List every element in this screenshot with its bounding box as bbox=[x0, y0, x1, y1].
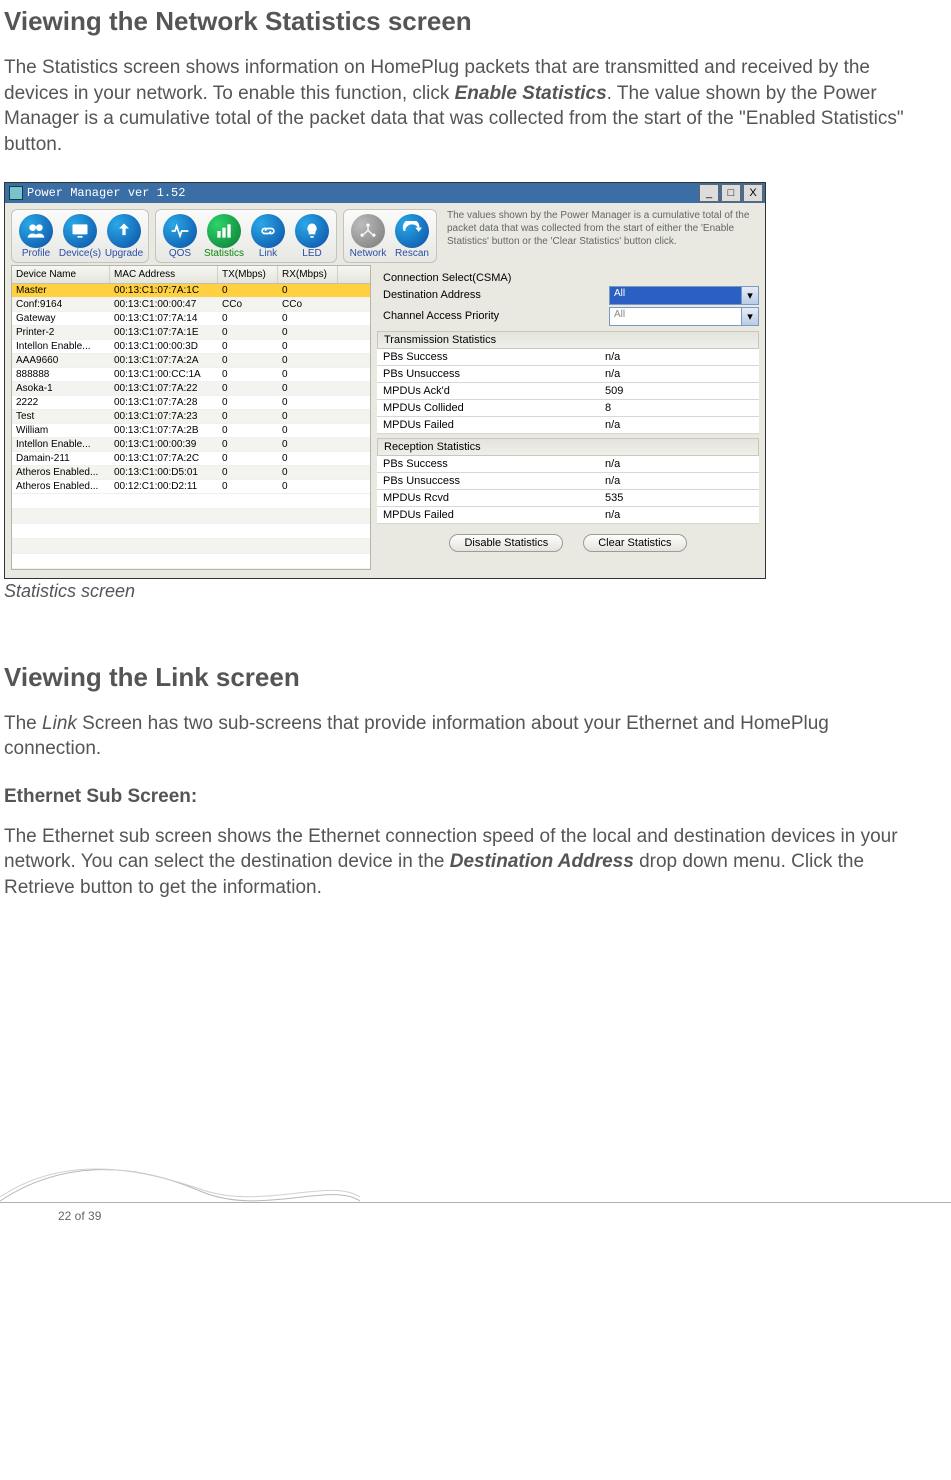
toolbar-statistics-button[interactable]: Statistics bbox=[202, 212, 246, 260]
para-ethernet: The Ethernet sub screen shows the Ethern… bbox=[4, 824, 923, 901]
toolbar-devices-button[interactable]: Device(s) bbox=[58, 212, 102, 260]
subheading-ethernet: Ethernet Sub Screen: bbox=[4, 786, 923, 808]
stat-row: MPDUs Failedn/a bbox=[377, 507, 759, 524]
stat-row: PBs Unsuccessn/a bbox=[377, 473, 759, 490]
toolbar-upgrade-button[interactable]: Upgrade bbox=[102, 212, 146, 260]
window-maximize-button[interactable]: □ bbox=[721, 184, 741, 202]
grid-header: Device Name MAC Address TX(Mbps) RX(Mbps… bbox=[12, 266, 370, 284]
emphasis-link: Link bbox=[42, 713, 77, 734]
window-title: Power Manager ver 1.52 bbox=[27, 186, 185, 200]
col-device-name[interactable]: Device Name bbox=[12, 266, 110, 283]
combo-value: All bbox=[610, 287, 741, 304]
table-row[interactable]: Intellon Enable...00:13:C1:00:00:3900 bbox=[12, 438, 370, 452]
toolbar-label: Rescan bbox=[395, 248, 429, 259]
table-row[interactable]: Asoka-100:13:C1:07:7A:2200 bbox=[12, 382, 370, 396]
table-row[interactable]: Intellon Enable...00:13:C1:00:00:3D00 bbox=[12, 340, 370, 354]
col-mac[interactable]: MAC Address bbox=[110, 266, 218, 283]
toolbar-label: Statistics bbox=[204, 248, 244, 259]
device-grid[interactable]: Device Name MAC Address TX(Mbps) RX(Mbps… bbox=[11, 265, 371, 570]
window-close-button[interactable]: X bbox=[743, 184, 763, 202]
monitor-icon bbox=[63, 214, 97, 248]
table-row[interactable]: Atheros Enabled...00:12:C1:00:D2:1100 bbox=[12, 480, 370, 494]
heading-link: Viewing the Link screen bbox=[4, 662, 923, 693]
refresh-icon bbox=[395, 214, 429, 248]
toolbar-label: Upgrade bbox=[105, 248, 143, 259]
page-footer: 22 of 39 bbox=[0, 1161, 951, 1231]
combo-value: All bbox=[610, 308, 741, 325]
toolbar-label: LED bbox=[302, 248, 321, 259]
toolbar-profile-button[interactable]: Profile bbox=[14, 212, 58, 260]
toolbar-led-button[interactable]: LED bbox=[290, 212, 334, 260]
window-titlebar: Power Manager ver 1.52 _ □ X bbox=[5, 183, 765, 203]
window-icon bbox=[9, 186, 23, 200]
stat-row: MPDUs Collided8 bbox=[377, 400, 759, 417]
channel-priority-label: Channel Access Priority bbox=[377, 310, 609, 322]
network-icon bbox=[351, 214, 385, 248]
stat-row: MPDUs Failedn/a bbox=[377, 417, 759, 434]
table-row[interactable]: Atheros Enabled...00:13:C1:00:D5:0100 bbox=[12, 466, 370, 480]
rx-section-header: Reception Statistics bbox=[377, 438, 759, 456]
page-number: 22 of 39 bbox=[58, 1209, 101, 1223]
chevron-down-icon[interactable]: ▾ bbox=[741, 308, 758, 325]
toolbar-label: QOS bbox=[169, 248, 191, 259]
table-row[interactable]: Damain-21100:13:C1:07:7A:2C00 bbox=[12, 452, 370, 466]
toolbar-rescan-button[interactable]: Rescan bbox=[390, 212, 434, 260]
toolbar-label: Device(s) bbox=[59, 248, 101, 259]
clear-statistics-button[interactable]: Clear Statistics bbox=[583, 534, 686, 552]
toolbar-label: Network bbox=[350, 248, 387, 259]
table-row[interactable]: 88888800:13:C1:00:CC:1A00 bbox=[12, 368, 370, 382]
emphasis-destination-address: Destination Address bbox=[450, 851, 634, 872]
footer-curve-icon bbox=[0, 1167, 951, 1203]
heading-statistics: Viewing the Network Statistics screen bbox=[4, 6, 923, 37]
chart-icon bbox=[207, 214, 241, 248]
toolbar-link-button[interactable]: Link bbox=[246, 212, 290, 260]
table-row[interactable]: Master00:13:C1:07:7A:1C00 bbox=[12, 284, 370, 298]
table-row[interactable]: Conf:916400:13:C1:00:00:47CCoCCo bbox=[12, 298, 370, 312]
pulse-icon bbox=[163, 214, 197, 248]
table-row[interactable]: 222200:13:C1:07:7A:2800 bbox=[12, 396, 370, 410]
table-row[interactable]: Test00:13:C1:07:7A:2300 bbox=[12, 410, 370, 424]
window-minimize-button[interactable]: _ bbox=[699, 184, 719, 202]
table-row[interactable]: AAA966000:13:C1:07:7A:2A00 bbox=[12, 354, 370, 368]
people-icon bbox=[19, 214, 53, 248]
para-statistics: The Statistics screen shows information … bbox=[4, 55, 923, 158]
toolbar-label: Link bbox=[259, 248, 277, 259]
toolbar-description: The values shown by the Power Manager is… bbox=[447, 209, 759, 248]
figure-caption: Statistics screen bbox=[4, 581, 923, 602]
stat-row: PBs Successn/a bbox=[377, 456, 759, 473]
bulb-icon bbox=[295, 214, 329, 248]
destination-address-combo[interactable]: All ▾ bbox=[609, 286, 759, 305]
channel-priority-combo[interactable]: All ▾ bbox=[609, 307, 759, 326]
toolbar-network-button[interactable]: Network bbox=[346, 212, 390, 260]
connection-select-label: Connection Select(CSMA) bbox=[377, 272, 609, 284]
screenshot-window: Power Manager ver 1.52 _ □ X Profile Dev… bbox=[4, 182, 766, 579]
table-row[interactable]: Printer-200:13:C1:07:7A:1E00 bbox=[12, 326, 370, 340]
toolbar-label: Profile bbox=[22, 248, 50, 259]
tx-section-header: Transmission Statistics bbox=[377, 331, 759, 349]
toolbar: Profile Device(s) Upgrade QOS bbox=[5, 203, 765, 265]
text: Screen has two sub-screens that provide … bbox=[4, 713, 829, 760]
link-icon bbox=[251, 214, 285, 248]
upgrade-icon bbox=[107, 214, 141, 248]
emphasis-enable-statistics: Enable Statistics bbox=[455, 83, 607, 104]
para-link: The Link Screen has two sub-screens that… bbox=[4, 711, 923, 762]
disable-statistics-button[interactable]: Disable Statistics bbox=[449, 534, 563, 552]
stat-row: MPDUs Ack'd509 bbox=[377, 383, 759, 400]
stat-row: PBs Unsuccessn/a bbox=[377, 366, 759, 383]
col-tx[interactable]: TX(Mbps) bbox=[218, 266, 278, 283]
stat-row: PBs Successn/a bbox=[377, 349, 759, 366]
destination-address-label: Destination Address bbox=[377, 289, 609, 301]
col-rx[interactable]: RX(Mbps) bbox=[278, 266, 338, 283]
chevron-down-icon[interactable]: ▾ bbox=[741, 287, 758, 304]
text: The bbox=[4, 713, 42, 734]
table-row[interactable]: Gateway00:13:C1:07:7A:1400 bbox=[12, 312, 370, 326]
toolbar-qos-button[interactable]: QOS bbox=[158, 212, 202, 260]
stat-row: MPDUs Rcvd535 bbox=[377, 490, 759, 507]
table-row[interactable]: William00:13:C1:07:7A:2B00 bbox=[12, 424, 370, 438]
connection-select-row: Connection Select(CSMA) bbox=[377, 271, 759, 285]
